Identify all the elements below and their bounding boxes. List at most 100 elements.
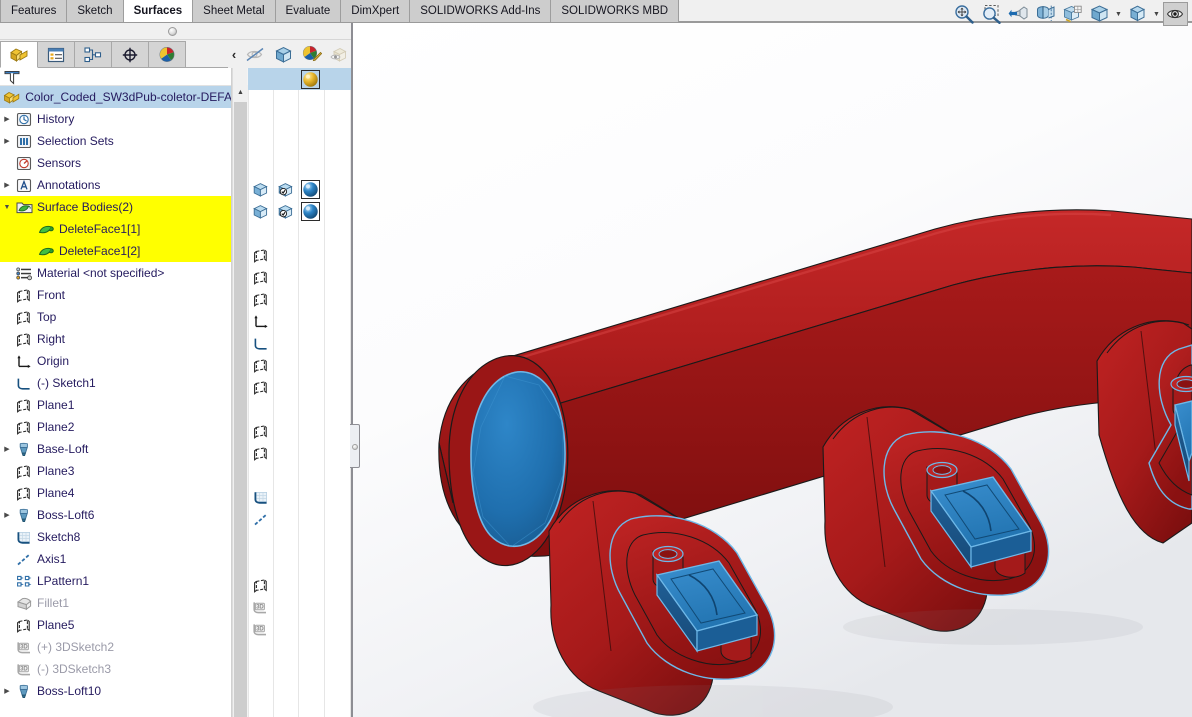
tree-item-3dsketch2[interactable]: 3D (+) 3DSketch2 bbox=[0, 636, 231, 658]
sketch-icon[interactable] bbox=[248, 332, 273, 354]
hide-show-items-icon[interactable] bbox=[1125, 2, 1150, 26]
plane-icon[interactable] bbox=[248, 442, 273, 464]
tree-item-deleteface1-2[interactable]: DeleteFace1[2] bbox=[0, 240, 231, 262]
plane-icon[interactable] bbox=[248, 244, 273, 266]
display-pane-row[interactable] bbox=[248, 244, 351, 266]
feature-tree[interactable]: Color_Coded_SW3dPub-coletor-DEFAU ▶ Histo… bbox=[0, 68, 232, 717]
tree-item-annotations[interactable]: ▶ Annotations bbox=[0, 174, 231, 196]
command-tab-sketch[interactable]: Sketch bbox=[67, 0, 124, 22]
display-pane-row[interactable]: 3D bbox=[248, 596, 351, 618]
command-tab-solidworks-add-ins[interactable]: SOLIDWORKS Add-Ins bbox=[410, 0, 552, 22]
display-pane-row[interactable] bbox=[248, 332, 351, 354]
display-pane-row[interactable] bbox=[248, 574, 351, 596]
display-pane-row[interactable] bbox=[248, 376, 351, 398]
tree-item-front[interactable]: Front bbox=[0, 284, 231, 306]
display-pane-row[interactable] bbox=[248, 288, 351, 310]
graphics-viewport[interactable] bbox=[353, 23, 1192, 717]
tree-item-plane5[interactable]: Plane5 bbox=[0, 614, 231, 636]
display-pane-row[interactable] bbox=[248, 200, 351, 222]
tree-item-sensors[interactable]: Sensors bbox=[0, 152, 231, 174]
tree-item-plane2[interactable]: Plane2 bbox=[0, 416, 231, 438]
plane-icon[interactable] bbox=[248, 354, 273, 376]
tree-item-fillet1[interactable]: Fillet1 bbox=[0, 592, 231, 614]
sketch3d-icon[interactable]: 3D bbox=[248, 596, 273, 618]
command-tab-features[interactable]: Features bbox=[0, 0, 68, 22]
chevron-right-icon[interactable]: ▶ bbox=[0, 438, 14, 460]
filter-funnel-icon[interactable] bbox=[4, 70, 20, 85]
tree-item-sketch1[interactable]: (-) Sketch1 bbox=[0, 372, 231, 394]
section-view-icon[interactable] bbox=[1033, 2, 1058, 26]
plane-icon[interactable] bbox=[248, 420, 273, 442]
appearance-blue-sphere-icon[interactable] bbox=[298, 200, 323, 222]
zoom-to-area-icon[interactable] bbox=[979, 2, 1004, 26]
tree-item-selection-sets[interactable]: ▶ Selection Sets bbox=[0, 130, 231, 152]
display-pane-row[interactable] bbox=[248, 420, 351, 442]
tree-item-3dsketch3[interactable]: 3D (-) 3DSketch3 bbox=[0, 658, 231, 680]
tree-item-lpattern1[interactable]: LPattern1 bbox=[0, 570, 231, 592]
appearance-column-icon[interactable] bbox=[299, 45, 324, 63]
sketch-grid-icon[interactable] bbox=[248, 486, 273, 508]
display-pane-row[interactable] bbox=[248, 310, 351, 332]
tree-item-boss-loft10[interactable]: ▶ Boss-Loft10 bbox=[0, 680, 231, 702]
hide-show-items-caret-icon[interactable]: ▼ bbox=[1152, 2, 1161, 26]
chevron-right-icon[interactable]: ▶ bbox=[0, 130, 14, 152]
plane-icon[interactable] bbox=[248, 266, 273, 288]
tree-item-deleteface1-1[interactable]: DeleteFace1[1] bbox=[0, 218, 231, 240]
command-tab-evaluate[interactable]: Evaluate bbox=[275, 0, 342, 22]
display-pane-row[interactable] bbox=[248, 178, 351, 200]
tree-filter-row[interactable] bbox=[0, 68, 231, 86]
view-orientation-icon[interactable] bbox=[1060, 2, 1085, 26]
command-tab-sheet-metal[interactable]: Sheet Metal bbox=[193, 0, 276, 22]
appearance-blue-sphere-icon[interactable] bbox=[298, 178, 323, 200]
configuration-manager-tab[interactable] bbox=[74, 41, 112, 68]
display-mode-body-icon[interactable] bbox=[273, 178, 298, 200]
tree-item-axis1[interactable]: Axis1 bbox=[0, 548, 231, 570]
axis-icon[interactable] bbox=[248, 508, 273, 530]
plane-icon[interactable] bbox=[248, 288, 273, 310]
display-pane-row[interactable] bbox=[248, 508, 351, 530]
command-tab-dimxpert[interactable]: DimXpert bbox=[341, 0, 411, 22]
origin-icon[interactable] bbox=[248, 310, 273, 332]
dimxpert-manager-tab[interactable] bbox=[111, 41, 149, 68]
chevron-right-icon[interactable]: ▶ bbox=[0, 174, 14, 196]
tree-item-material-not-specified[interactable]: Material <not specified> bbox=[0, 262, 231, 284]
hide-show-body-icon[interactable] bbox=[248, 200, 273, 222]
display-pane-row[interactable] bbox=[248, 442, 351, 464]
tree-item-plane3[interactable]: Plane3 bbox=[0, 460, 231, 482]
plane-icon[interactable] bbox=[248, 574, 273, 596]
auto-hide-pin-icon[interactable] bbox=[168, 27, 177, 36]
tree-item-plane4[interactable]: Plane4 bbox=[0, 482, 231, 504]
tree-item-right[interactable]: Right bbox=[0, 328, 231, 350]
previous-view-icon[interactable] bbox=[1006, 2, 1031, 26]
plane-icon[interactable] bbox=[248, 376, 273, 398]
tree-item-sketch8[interactable]: Sketch8 bbox=[0, 526, 231, 548]
display-pane-row[interactable] bbox=[248, 486, 351, 508]
display-pane-collapse-chevron-icon[interactable]: ‹ bbox=[228, 47, 240, 62]
command-tab-solidworks-mbd[interactable]: SOLIDWORKS MBD bbox=[551, 0, 680, 22]
display-pane-row[interactable] bbox=[248, 68, 351, 90]
sketch3d-icon[interactable]: 3D bbox=[248, 618, 273, 640]
command-tab-surfaces[interactable]: Surfaces bbox=[123, 0, 194, 22]
display-style-icon[interactable] bbox=[1087, 2, 1112, 26]
appearance-gold-sphere-icon[interactable] bbox=[298, 68, 323, 90]
property-manager-tab[interactable] bbox=[37, 41, 75, 68]
tree-root-part[interactable]: Color_Coded_SW3dPub-coletor-DEFAU bbox=[0, 86, 231, 108]
tree-item-plane1[interactable]: Plane1 bbox=[0, 394, 231, 416]
display-mode-column-icon[interactable] bbox=[271, 46, 296, 63]
hide-show-body-icon[interactable] bbox=[248, 178, 273, 200]
display-manager-tab[interactable] bbox=[148, 41, 186, 68]
scrollbar-thumb[interactable] bbox=[234, 102, 247, 717]
zoom-to-fit-icon[interactable] bbox=[952, 2, 977, 26]
tree-item-boss-loft6[interactable]: ▶ Boss-Loft6 bbox=[0, 504, 231, 526]
display-pane-row[interactable]: 3D bbox=[248, 618, 351, 640]
chevron-right-icon[interactable]: ▶ bbox=[0, 504, 14, 526]
hide-show-column-icon[interactable] bbox=[243, 47, 268, 62]
panel-splitter-grip[interactable] bbox=[350, 424, 360, 468]
chevron-right-icon[interactable]: ▶ bbox=[0, 108, 14, 130]
tree-item-top[interactable]: Top bbox=[0, 306, 231, 328]
feature-manager-tab[interactable] bbox=[0, 41, 38, 68]
chevron-right-icon[interactable]: ▶ bbox=[0, 680, 14, 702]
scroll-up-arrow-icon[interactable]: ▲ bbox=[233, 85, 248, 100]
tree-item-base-loft[interactable]: ▶ Base-Loft bbox=[0, 438, 231, 460]
display-pane-row[interactable] bbox=[248, 354, 351, 376]
